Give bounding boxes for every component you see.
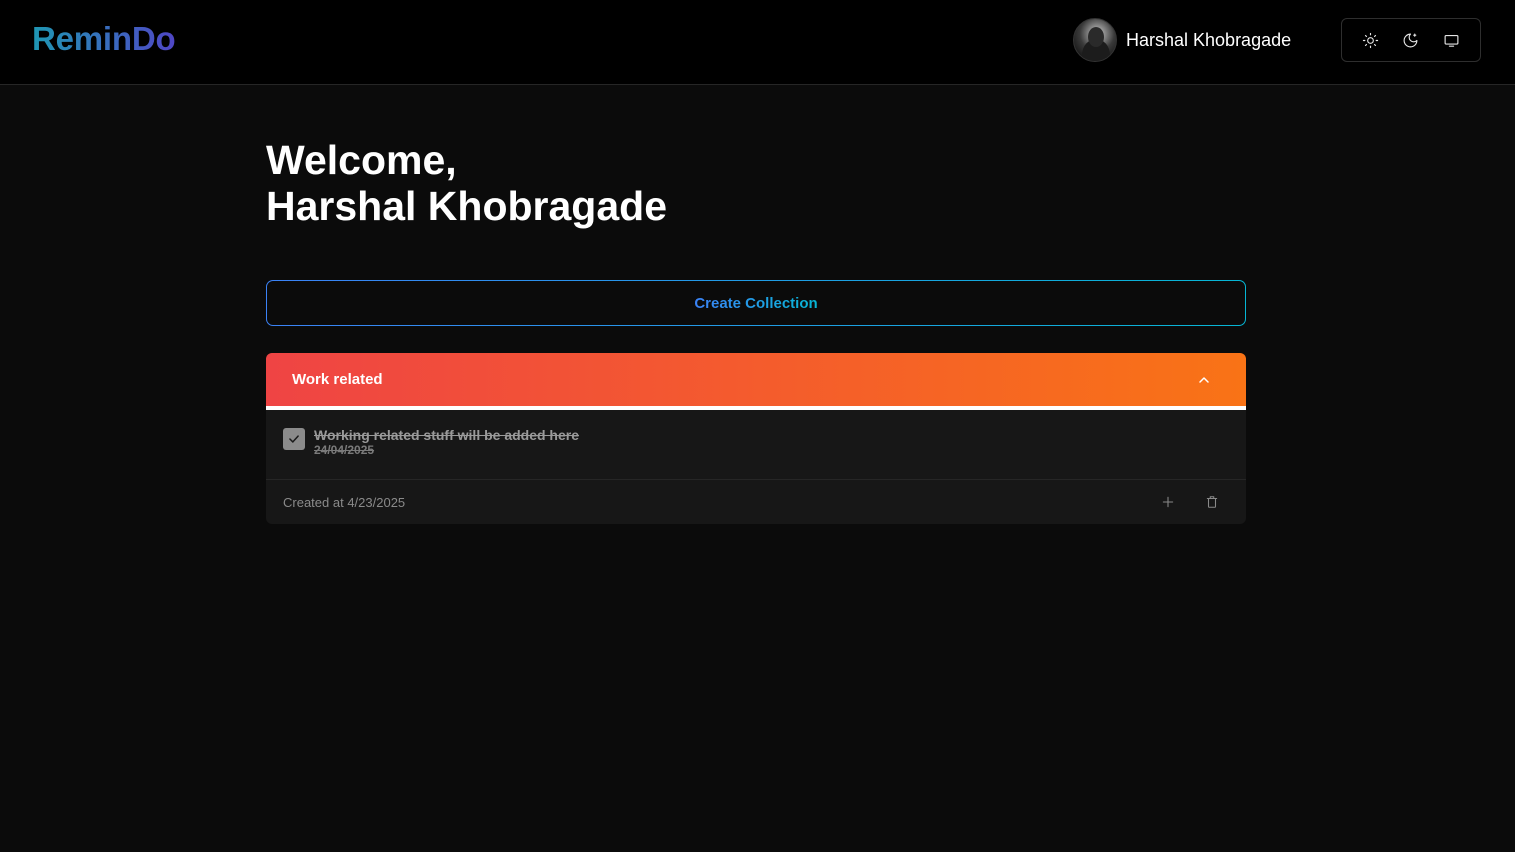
monitor-icon <box>1444 34 1459 47</box>
theme-switcher <box>1341 18 1481 62</box>
dark-theme-button[interactable] <box>1394 23 1428 57</box>
light-theme-button[interactable] <box>1353 23 1387 57</box>
navbar: ReminDo Harshal Khobragade <box>0 0 1515 85</box>
system-theme-button[interactable] <box>1435 23 1469 57</box>
plus-icon <box>1162 496 1174 508</box>
task-checkbox[interactable] <box>283 428 305 450</box>
task-date: 24/04/2025 <box>314 443 375 457</box>
create-collection-button-inner[interactable]: Create Collection <box>267 281 1245 325</box>
created-at-text: Created at 4/23/2025 <box>283 494 406 510</box>
create-collection-label: Create Collection <box>694 294 818 312</box>
app-logo[interactable]: ReminDo <box>32 20 176 58</box>
avatar[interactable] <box>1073 18 1117 62</box>
moon-icon <box>1404 33 1418 47</box>
collection-title: Work related <box>292 371 383 388</box>
chevron-up-icon[interactable] <box>1196 372 1212 388</box>
check-icon <box>289 435 299 443</box>
welcome-heading: Welcome, Harshal Khobragade <box>266 137 667 229</box>
collection-header[interactable]: Work related <box>266 353 1246 410</box>
add-task-button[interactable] <box>1151 485 1185 519</box>
trash-icon <box>1206 496 1218 508</box>
collection-actions <box>1141 485 1229 519</box>
collection-footer: Created at 4/23/2025 <box>266 479 1246 524</box>
welcome-user-name: Harshal Khobragade <box>266 183 667 229</box>
user-name: Harshal Khobragade <box>1126 29 1292 50</box>
delete-collection-button[interactable] <box>1195 485 1229 519</box>
task-list: Working related stuff will be added here… <box>266 410 1246 479</box>
sun-icon <box>1362 32 1378 48</box>
user-menu[interactable]: Harshal Khobragade <box>1073 18 1291 62</box>
welcome-line: Welcome, <box>266 137 457 183</box>
create-collection-button[interactable]: Create Collection <box>266 280 1246 326</box>
task-item: Working related stuff will be added here… <box>314 427 579 458</box>
collection-card: Work related Working related stuff will … <box>266 353 1246 524</box>
task-title: Working related stuff will be added here <box>314 427 580 443</box>
